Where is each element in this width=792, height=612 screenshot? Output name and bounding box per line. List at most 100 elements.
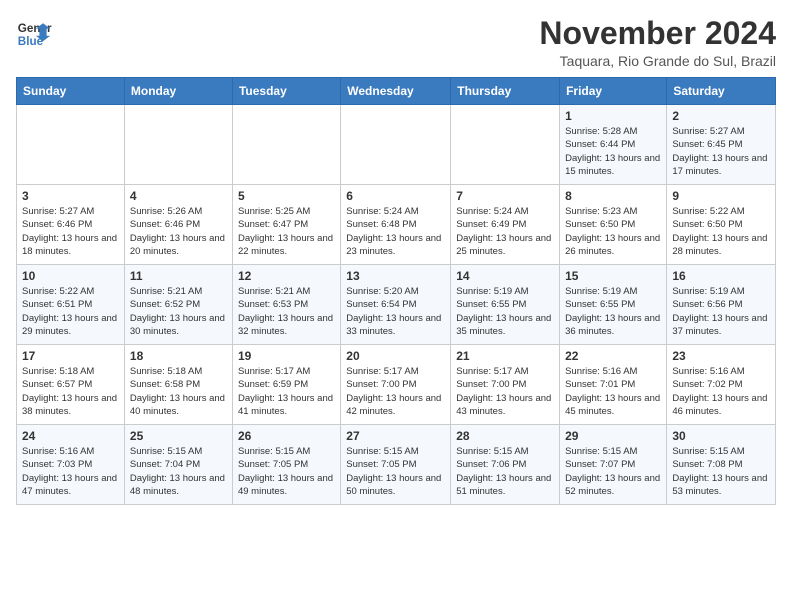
day-info: Sunrise: 5:18 AM Sunset: 6:57 PM Dayligh… <box>22 365 119 418</box>
day-info: Sunrise: 5:21 AM Sunset: 6:52 PM Dayligh… <box>130 285 227 338</box>
day-info: Sunrise: 5:18 AM Sunset: 6:58 PM Dayligh… <box>130 365 227 418</box>
day-cell: 23 Sunrise: 5:16 AM Sunset: 7:02 PM Dayli… <box>667 345 776 425</box>
day-cell: 26 Sunrise: 5:15 AM Sunset: 7:05 PM Dayli… <box>232 425 340 505</box>
day-number: 8 <box>565 189 661 203</box>
day-info: Sunrise: 5:16 AM Sunset: 7:01 PM Dayligh… <box>565 365 661 418</box>
day-number: 20 <box>346 349 445 363</box>
day-info: Sunrise: 5:15 AM Sunset: 7:08 PM Dayligh… <box>672 445 770 498</box>
day-number: 11 <box>130 269 227 283</box>
calendar-table: Sunday Monday Tuesday Wednesday Thursday… <box>16 77 776 505</box>
header-saturday: Saturday <box>667 78 776 105</box>
day-info: Sunrise: 5:24 AM Sunset: 6:49 PM Dayligh… <box>456 205 554 258</box>
day-number: 18 <box>130 349 227 363</box>
header-sunday: Sunday <box>17 78 125 105</box>
day-number: 28 <box>456 429 554 443</box>
day-info: Sunrise: 5:27 AM Sunset: 6:46 PM Dayligh… <box>22 205 119 258</box>
day-info: Sunrise: 5:17 AM Sunset: 6:59 PM Dayligh… <box>238 365 335 418</box>
day-info: Sunrise: 5:16 AM Sunset: 7:02 PM Dayligh… <box>672 365 770 418</box>
day-cell: 3Sunrise: 5:27 AM Sunset: 6:46 PM Daylig… <box>17 185 125 265</box>
day-number: 6 <box>346 189 445 203</box>
day-cell: 12 Sunrise: 5:21 AM Sunset: 6:53 PM Dayli… <box>232 265 340 345</box>
header-wednesday: Wednesday <box>341 78 451 105</box>
day-cell: 6Sunrise: 5:24 AM Sunset: 6:48 PM Daylig… <box>341 185 451 265</box>
header-friday: Friday <box>560 78 667 105</box>
day-cell: 16 Sunrise: 5:19 AM Sunset: 6:56 PM Dayli… <box>667 265 776 345</box>
day-cell: 10 Sunrise: 5:22 AM Sunset: 6:51 PM Dayli… <box>17 265 125 345</box>
svg-text:General: General <box>18 22 52 35</box>
day-number: 30 <box>672 429 770 443</box>
day-cell: 4 Sunrise: 5:26 AM Sunset: 6:46 PM Daylig… <box>124 185 232 265</box>
day-cell <box>17 105 125 185</box>
day-info: Sunrise: 5:17 AM Sunset: 7:00 PM Dayligh… <box>346 365 445 418</box>
day-info: Sunrise: 5:27 AM Sunset: 6:45 PM Dayligh… <box>672 125 770 178</box>
day-number: 25 <box>130 429 227 443</box>
day-number: 21 <box>456 349 554 363</box>
day-info: Sunrise: 5:25 AM Sunset: 6:47 PM Dayligh… <box>238 205 335 258</box>
day-info: Sunrise: 5:22 AM Sunset: 6:51 PM Dayligh… <box>22 285 119 338</box>
day-number: 9 <box>672 189 770 203</box>
day-cell: 28 Sunrise: 5:15 AM Sunset: 7:06 PM Dayli… <box>451 425 560 505</box>
day-number: 14 <box>456 269 554 283</box>
day-number: 29 <box>565 429 661 443</box>
month-title: November 2024 <box>539 16 776 51</box>
day-number: 27 <box>346 429 445 443</box>
header-monday: Monday <box>124 78 232 105</box>
day-number: 5 <box>238 189 335 203</box>
day-info: Sunrise: 5:19 AM Sunset: 6:56 PM Dayligh… <box>672 285 770 338</box>
day-cell: 25 Sunrise: 5:15 AM Sunset: 7:04 PM Dayli… <box>124 425 232 505</box>
title-block: November 2024 Taquara, Rio Grande do Sul… <box>539 16 776 69</box>
day-number: 10 <box>22 269 119 283</box>
day-number: 1 <box>565 109 661 123</box>
day-cell: 8 Sunrise: 5:23 AM Sunset: 6:50 PM Daylig… <box>560 185 667 265</box>
logo: General Blue <box>16 16 52 52</box>
day-number: 23 <box>672 349 770 363</box>
week-row-3: 17Sunrise: 5:18 AM Sunset: 6:57 PM Dayli… <box>17 345 776 425</box>
day-cell <box>124 105 232 185</box>
day-cell: 14 Sunrise: 5:19 AM Sunset: 6:55 PM Dayli… <box>451 265 560 345</box>
day-info: Sunrise: 5:15 AM Sunset: 7:04 PM Dayligh… <box>130 445 227 498</box>
day-cell <box>232 105 340 185</box>
day-number: 13 <box>346 269 445 283</box>
week-row-2: 10 Sunrise: 5:22 AM Sunset: 6:51 PM Dayli… <box>17 265 776 345</box>
day-number: 12 <box>238 269 335 283</box>
day-info: Sunrise: 5:28 AM Sunset: 6:44 PM Dayligh… <box>565 125 661 178</box>
day-number: 16 <box>672 269 770 283</box>
day-cell: 21Sunrise: 5:17 AM Sunset: 7:00 PM Dayli… <box>451 345 560 425</box>
day-info: Sunrise: 5:16 AM Sunset: 7:03 PM Dayligh… <box>22 445 119 498</box>
day-cell: 19 Sunrise: 5:17 AM Sunset: 6:59 PM Dayli… <box>232 345 340 425</box>
day-cell: 27 Sunrise: 5:15 AM Sunset: 7:05 PM Dayli… <box>341 425 451 505</box>
week-row-4: 24Sunrise: 5:16 AM Sunset: 7:03 PM Dayli… <box>17 425 776 505</box>
day-cell: 17Sunrise: 5:18 AM Sunset: 6:57 PM Dayli… <box>17 345 125 425</box>
day-info: Sunrise: 5:19 AM Sunset: 6:55 PM Dayligh… <box>456 285 554 338</box>
day-number: 19 <box>238 349 335 363</box>
day-cell: 20 Sunrise: 5:17 AM Sunset: 7:00 PM Dayli… <box>341 345 451 425</box>
location: Taquara, Rio Grande do Sul, Brazil <box>539 53 776 69</box>
day-cell: 24Sunrise: 5:16 AM Sunset: 7:03 PM Dayli… <box>17 425 125 505</box>
day-number: 4 <box>130 189 227 203</box>
day-cell: 18 Sunrise: 5:18 AM Sunset: 6:58 PM Dayli… <box>124 345 232 425</box>
day-cell: 22Sunrise: 5:16 AM Sunset: 7:01 PM Dayli… <box>560 345 667 425</box>
header-thursday: Thursday <box>451 78 560 105</box>
day-cell: 13Sunrise: 5:20 AM Sunset: 6:54 PM Dayli… <box>341 265 451 345</box>
day-cell: 7 Sunrise: 5:24 AM Sunset: 6:49 PM Daylig… <box>451 185 560 265</box>
header-tuesday: Tuesday <box>232 78 340 105</box>
day-cell: 2 Sunrise: 5:27 AM Sunset: 6:45 PM Daylig… <box>667 105 776 185</box>
day-number: 2 <box>672 109 770 123</box>
day-cell: 11 Sunrise: 5:21 AM Sunset: 6:52 PM Dayli… <box>124 265 232 345</box>
calendar-header: Sunday Monday Tuesday Wednesday Thursday… <box>17 78 776 105</box>
day-cell: 30 Sunrise: 5:15 AM Sunset: 7:08 PM Dayli… <box>667 425 776 505</box>
day-number: 7 <box>456 189 554 203</box>
calendar-body: 1 Sunrise: 5:28 AM Sunset: 6:44 PM Daylig… <box>17 105 776 505</box>
day-info: Sunrise: 5:15 AM Sunset: 7:06 PM Dayligh… <box>456 445 554 498</box>
day-number: 26 <box>238 429 335 443</box>
day-cell: 1 Sunrise: 5:28 AM Sunset: 6:44 PM Daylig… <box>560 105 667 185</box>
day-cell: 29 Sunrise: 5:15 AM Sunset: 7:07 PM Dayli… <box>560 425 667 505</box>
day-info: Sunrise: 5:26 AM Sunset: 6:46 PM Dayligh… <box>130 205 227 258</box>
day-info: Sunrise: 5:15 AM Sunset: 7:05 PM Dayligh… <box>238 445 335 498</box>
day-info: Sunrise: 5:15 AM Sunset: 7:07 PM Dayligh… <box>565 445 661 498</box>
day-info: Sunrise: 5:23 AM Sunset: 6:50 PM Dayligh… <box>565 205 661 258</box>
day-info: Sunrise: 5:15 AM Sunset: 7:05 PM Dayligh… <box>346 445 445 498</box>
day-info: Sunrise: 5:21 AM Sunset: 6:53 PM Dayligh… <box>238 285 335 338</box>
day-cell <box>341 105 451 185</box>
day-number: 15 <box>565 269 661 283</box>
